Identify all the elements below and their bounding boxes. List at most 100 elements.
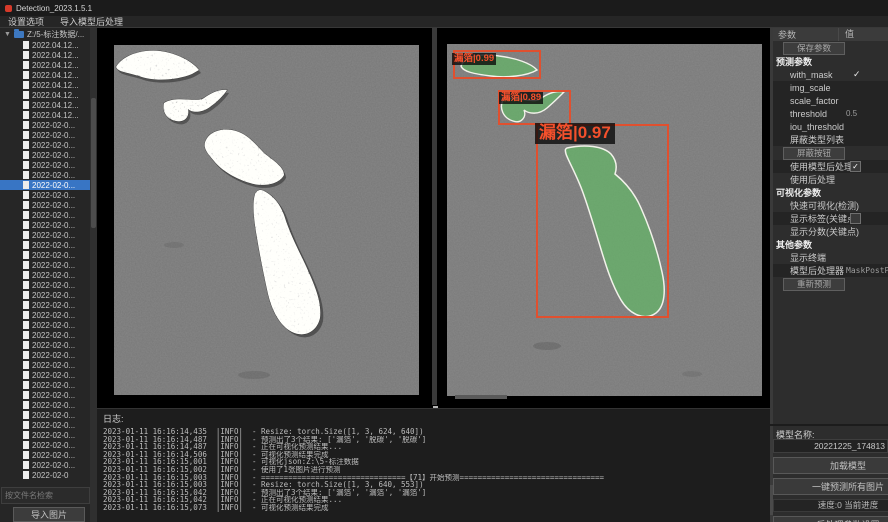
file-tree[interactable]: ▼ Z:/5-标注数据/... 2022.04.12...2022.04.12.… bbox=[0, 28, 90, 486]
file-icon bbox=[23, 341, 29, 349]
tree-item[interactable]: 2022-02-0... bbox=[0, 450, 90, 460]
chevron-down-icon[interactable]: ▼ bbox=[4, 31, 11, 38]
param-row[interactable]: iou_threshold bbox=[773, 120, 888, 133]
tree-item[interactable]: 2022-02-0 bbox=[0, 470, 90, 480]
params-scrollbar-thumb[interactable] bbox=[770, 485, 773, 515]
image-panels-divider[interactable] bbox=[432, 28, 437, 405]
param-row[interactable]: 使用模型后处理✓ bbox=[773, 160, 888, 173]
load-model-button[interactable]: 加载模型 bbox=[773, 457, 888, 474]
checkbox-checked[interactable]: ✓ bbox=[850, 161, 861, 172]
param-row[interactable]: 显示标签(关键点) bbox=[773, 212, 888, 225]
param-row[interactable]: 模型后处理器MaskPostPro bbox=[773, 264, 888, 277]
param-row[interactable]: 快速可视化(检测) bbox=[773, 199, 888, 212]
param-row[interactable]: 显示终端 bbox=[773, 251, 888, 264]
tree-item[interactable]: 2022-02-0... bbox=[0, 410, 90, 420]
tree-item-label: 2022-02-0... bbox=[32, 431, 75, 440]
tree-scrollbar-thumb[interactable] bbox=[91, 98, 96, 228]
param-label: iou_threshold bbox=[790, 122, 844, 132]
tree-item[interactable]: 2022-02-0... bbox=[0, 300, 90, 310]
tree-scrollbar[interactable] bbox=[90, 28, 97, 522]
param-row[interactable]: img_scale bbox=[773, 81, 888, 94]
tree-item[interactable]: 2022-02-0... bbox=[0, 140, 90, 150]
log-panel[interactable]: 日志: 2023-01-11 16:16:14,435 |INFO| - Res… bbox=[97, 408, 770, 522]
param-row[interactable]: scale_factor bbox=[773, 94, 888, 107]
tree-item[interactable]: 2022-02-0... bbox=[0, 310, 90, 320]
tree-item[interactable]: 2022.04.12... bbox=[0, 100, 90, 110]
tree-item[interactable]: 2022-02-0... bbox=[0, 180, 90, 190]
log-line: 2023-01-11 16:16:14,487 |INFO| - 预测出了3个结… bbox=[97, 436, 770, 444]
tree-item[interactable]: 2022-02-0... bbox=[0, 350, 90, 360]
param-button[interactable]: 保存参数 bbox=[783, 42, 845, 55]
tree-item[interactable]: 2022-02-0... bbox=[0, 130, 90, 140]
file-icon bbox=[23, 171, 29, 179]
check-icon: ✓ bbox=[853, 69, 861, 80]
tree-item[interactable]: 2022.04.12... bbox=[0, 80, 90, 90]
tree-item[interactable]: 2022-02-0... bbox=[0, 320, 90, 330]
tree-item-label: 2022-02-0... bbox=[32, 361, 75, 370]
tree-item[interactable]: 2022.04.12... bbox=[0, 60, 90, 70]
tree-item[interactable]: 2022.04.12... bbox=[0, 50, 90, 60]
param-label: 其他参数 bbox=[776, 238, 812, 251]
tree-item[interactable]: 2022-02-0... bbox=[0, 420, 90, 430]
tree-item[interactable]: 2022-02-0... bbox=[0, 260, 90, 270]
tree-item[interactable]: 2022-02-0... bbox=[0, 390, 90, 400]
param-label: with_mask bbox=[790, 70, 833, 80]
search-input[interactable] bbox=[1, 487, 90, 504]
tree-item[interactable]: 2022-02-0... bbox=[0, 460, 90, 470]
image-panel-prediction[interactable]: 漏箔|0.99 漏箔|0.89 漏箔|0.97 bbox=[447, 44, 762, 396]
detection-label: 漏箔|0.97 bbox=[535, 123, 615, 144]
param-row[interactable]: with_mask ✓ bbox=[773, 68, 888, 81]
tree-item[interactable]: 2022-02-0... bbox=[0, 380, 90, 390]
tree-item[interactable]: 2022-02-0... bbox=[0, 160, 90, 170]
param-button[interactable]: 屏蔽按钮 bbox=[783, 147, 845, 160]
tree-item[interactable]: 2022-02-0... bbox=[0, 330, 90, 340]
tree-item[interactable]: 2022-02-0... bbox=[0, 440, 90, 450]
tree-item[interactable]: 2022-02-0... bbox=[0, 190, 90, 200]
tree-item[interactable]: 2022.04.12... bbox=[0, 70, 90, 80]
file-icon bbox=[23, 331, 29, 339]
param-row[interactable]: threshold0.5 bbox=[773, 107, 888, 120]
tree-item[interactable]: 2022-02-0... bbox=[0, 120, 90, 130]
param-button[interactable]: 重新预测 bbox=[783, 278, 845, 291]
tree-item[interactable]: 2022-02-0... bbox=[0, 210, 90, 220]
tree-item[interactable]: 2022-02-0... bbox=[0, 230, 90, 240]
tree-item[interactable]: 2022-02-0... bbox=[0, 240, 90, 250]
menu-item-import-model-postprocess[interactable]: 导入模型后处理 bbox=[60, 15, 123, 28]
file-icon bbox=[23, 241, 29, 249]
horizontal-scrollbar-thumb[interactable] bbox=[455, 395, 507, 399]
import-images-button[interactable]: 导入图片 bbox=[13, 507, 85, 522]
tree-item[interactable]: 2022-02-0... bbox=[0, 360, 90, 370]
param-label: 使用后处理 bbox=[790, 173, 835, 186]
tree-item-label: 2022-02-0... bbox=[32, 371, 75, 380]
detection-box bbox=[536, 124, 669, 318]
postprocess-settings-button[interactable]: 后处理参数设置 bbox=[773, 516, 888, 522]
tree-item[interactable]: 2022-02-0... bbox=[0, 340, 90, 350]
tree-item[interactable]: 2022-02-0... bbox=[0, 270, 90, 280]
tree-item[interactable]: 2022.04.12... bbox=[0, 90, 90, 100]
tree-item[interactable]: 2022.04.12... bbox=[0, 110, 90, 120]
menu-item-settings[interactable]: 设置选项 bbox=[8, 15, 44, 28]
tree-item[interactable]: 2022-02-0... bbox=[0, 220, 90, 230]
tree-item[interactable]: 2022-02-0... bbox=[0, 430, 90, 440]
log-line: 2023-01-11 16:16:15,042 |INFO| - 预测出了3个结… bbox=[97, 489, 770, 497]
tree-item[interactable]: 2022.04.12... bbox=[0, 40, 90, 50]
file-icon bbox=[23, 141, 29, 149]
param-row[interactable]: 使用后处理 bbox=[773, 173, 888, 186]
tree-item[interactable]: 2022-02-0... bbox=[0, 250, 90, 260]
tree-item[interactable]: 2022-02-0... bbox=[0, 400, 90, 410]
model-name-field[interactable]: 20221225_174813 bbox=[773, 439, 888, 453]
tree-item[interactable]: 2022-02-0... bbox=[0, 170, 90, 180]
predict-all-button[interactable]: 一键预测所有图片 bbox=[773, 478, 888, 495]
tree-item[interactable]: 2022-02-0... bbox=[0, 150, 90, 160]
param-row[interactable]: 显示分数(关键点) bbox=[773, 225, 888, 238]
tree-item[interactable]: 2022-02-0... bbox=[0, 280, 90, 290]
tree-item[interactable]: 2022-02-0... bbox=[0, 200, 90, 210]
file-icon bbox=[23, 461, 29, 469]
image-panel-original[interactable] bbox=[114, 45, 419, 395]
tree-root[interactable]: ▼ Z:/5-标注数据/... bbox=[0, 28, 90, 40]
checkbox-unchecked[interactable] bbox=[850, 213, 861, 224]
tree-item[interactable]: 2022-02-0... bbox=[0, 290, 90, 300]
file-icon bbox=[23, 301, 29, 309]
param-row[interactable]: 屏蔽类型列表 bbox=[773, 133, 888, 146]
tree-item[interactable]: 2022-02-0... bbox=[0, 370, 90, 380]
